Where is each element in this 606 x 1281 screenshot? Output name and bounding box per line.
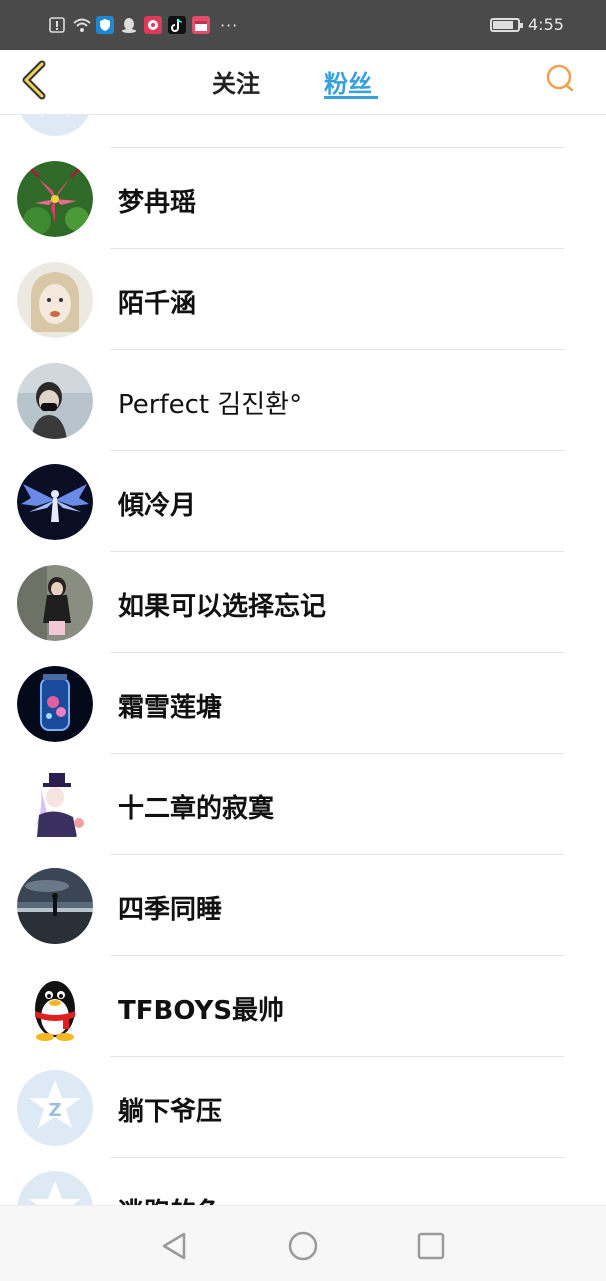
alert-icon: [48, 16, 66, 34]
jar-scene-avatar: [17, 666, 93, 742]
list-item[interactable]: 四季同睡: [0, 855, 606, 956]
search-icon: [546, 64, 574, 92]
fan-name: 傾冷月: [118, 491, 197, 521]
list-item[interactable]: [0, 115, 606, 148]
lily-flower-avatar: [17, 161, 93, 237]
fan-name: 四季同睡: [118, 895, 223, 925]
masked-boy-avatar: [17, 363, 93, 439]
tab-fans[interactable]: 粉丝: [324, 64, 372, 99]
winged-angel-avatar: [17, 464, 93, 540]
list-item[interactable]: 十二章的寂寞: [0, 754, 606, 855]
list-item[interactable]: 陌千涵: [0, 249, 606, 350]
recent-square-icon: [417, 1232, 445, 1260]
anime-girl-avatar: [17, 262, 93, 338]
chevron-left-icon: [22, 60, 46, 100]
fan-name: 躺下爷压: [118, 1097, 223, 1127]
wifi-icon: [72, 16, 91, 34]
status-time: 4:55: [528, 15, 564, 34]
battery-icon: [490, 18, 523, 32]
nav-back-button[interactable]: [154, 1226, 194, 1266]
search-button[interactable]: [540, 60, 580, 100]
default-avatar: [17, 1171, 93, 1205]
girl-photo-avatar: [17, 565, 93, 641]
qq-penguin-avatar: [17, 969, 93, 1045]
top-bar: 关注 粉丝: [0, 50, 606, 115]
active-tab-indicator: [324, 96, 378, 99]
list-item[interactable]: 梦冉瑶: [0, 148, 606, 249]
nav-recent-button[interactable]: [411, 1226, 451, 1266]
fan-name: 如果可以选择忘记: [118, 592, 327, 622]
list-item[interactable]: TFBOYS最帅: [0, 956, 606, 1057]
fan-name: 霜雪莲塘: [118, 693, 223, 723]
nav-home-button[interactable]: [283, 1226, 323, 1266]
more-notifications: ···: [220, 15, 239, 35]
qq-app-icon: [120, 16, 138, 34]
list-item[interactable]: Perfect 김진환°: [0, 350, 606, 451]
music-app-icon: [144, 16, 162, 34]
back-triangle-icon: [162, 1232, 186, 1260]
svg-text:Z: Z: [48, 1100, 61, 1121]
list-item[interactable]: 傾冷月: [0, 451, 606, 552]
fan-name: 梦冉瑶: [118, 188, 197, 218]
home-circle-icon: [288, 1231, 318, 1261]
fans-list: 梦冉瑶 陌千涵 Perfect 김진환° 傾冷月 如果可以选择忘记 霜雪莲塘 十…: [0, 115, 606, 1205]
default-avatar: [17, 115, 93, 136]
fan-name: Perfect 김진환°: [118, 390, 303, 420]
fan-name: TFBOYS最帅: [118, 996, 285, 1026]
anime-hat-avatar: [17, 767, 93, 843]
status-icons: ···: [48, 14, 238, 36]
default-avatar: Z: [17, 1070, 93, 1146]
shield-app-icon: [96, 16, 114, 34]
list-item[interactable]: Z 躺下爷压: [0, 1057, 606, 1158]
list-item[interactable]: 逃跑的鱼: [0, 1158, 606, 1205]
system-nav-bar: [0, 1205, 606, 1281]
status-bar: ··· 4:55: [0, 0, 606, 50]
back-button[interactable]: [14, 56, 58, 104]
fan-name: 十二章的寂寞: [118, 794, 275, 824]
tab-following[interactable]: 关注: [212, 64, 260, 99]
list-item[interactable]: 如果可以选择忘记: [0, 552, 606, 653]
tiktok-app-icon: [168, 16, 186, 34]
calendar-app-icon: [192, 16, 210, 34]
fan-name: 逃跑的鱼: [118, 1192, 222, 1205]
list-item[interactable]: 霜雪莲塘: [0, 653, 606, 754]
sunset-sea-avatar: [17, 868, 93, 944]
fan-name: 陌千涵: [118, 289, 197, 319]
